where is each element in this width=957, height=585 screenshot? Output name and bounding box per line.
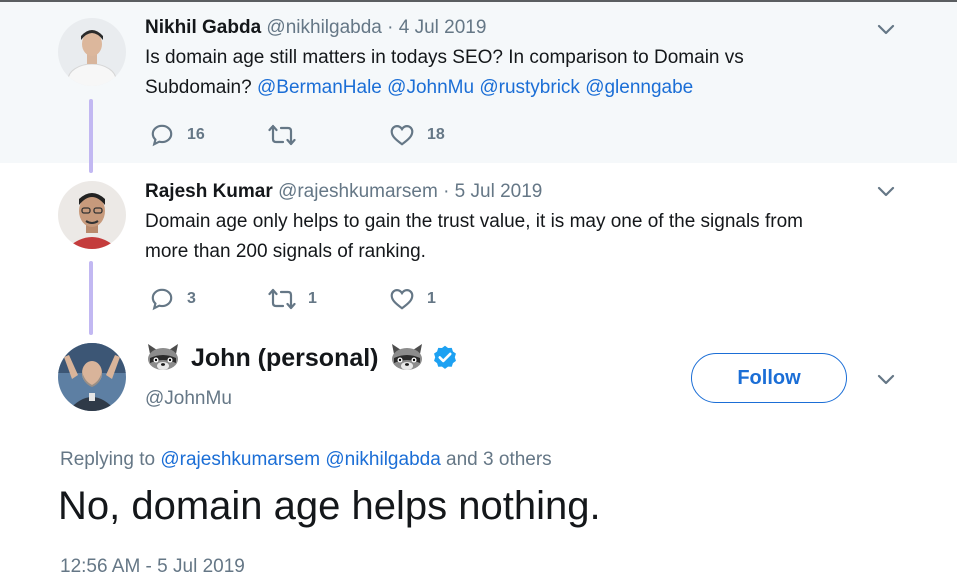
mention-link[interactable]: @nikhilgabda bbox=[325, 449, 440, 470]
raccoon-icon bbox=[148, 344, 178, 370]
like-button[interactable]: 18 bbox=[389, 122, 445, 148]
like-button[interactable]: 1 bbox=[389, 286, 436, 312]
mention-link[interactable]: @glenngabe bbox=[585, 77, 693, 98]
mention-link[interactable]: @rustybrick bbox=[479, 77, 580, 98]
author-handle[interactable]: @rajeshkumarsem bbox=[278, 181, 438, 202]
reply-icon bbox=[151, 288, 173, 311]
tweet-date[interactable]: 4 Jul 2019 bbox=[399, 17, 487, 38]
tweet-text-line: Is domain age still matters in todays SE… bbox=[145, 47, 744, 68]
avatar-nikhil[interactable] bbox=[58, 18, 126, 86]
author-name[interactable]: Rajesh Kumar bbox=[145, 181, 273, 202]
mention-link[interactable]: @rajeshkumarsem bbox=[160, 449, 320, 470]
display-name: John (personal) bbox=[191, 343, 379, 372]
thread-line bbox=[89, 261, 93, 335]
follow-button[interactable]: Follow bbox=[691, 353, 847, 403]
tweet-text-segment: Subdomain? bbox=[145, 77, 252, 98]
verified-badge-icon bbox=[433, 345, 456, 369]
reply-button[interactable]: 3 bbox=[149, 286, 196, 312]
author-handle[interactable]: @nikhilgabda bbox=[266, 17, 381, 38]
avatar-john[interactable] bbox=[58, 343, 126, 411]
replying-suffix[interactable]: and 3 others bbox=[446, 449, 552, 470]
chevron-down-icon[interactable] bbox=[876, 23, 896, 37]
reply-button[interactable]: 16 bbox=[149, 122, 205, 148]
like-count: 18 bbox=[427, 126, 445, 143]
author-handle[interactable]: @JohnMu bbox=[145, 388, 232, 410]
like-count: 1 bbox=[427, 290, 436, 307]
heart-icon bbox=[390, 125, 414, 146]
tweet-timestamp[interactable]: 12:56 AM - 5 Jul 2019 bbox=[60, 556, 245, 578]
chevron-down-icon[interactable] bbox=[876, 373, 896, 387]
author-name[interactable]: Nikhil Gabda bbox=[145, 17, 261, 38]
heart-icon bbox=[390, 289, 414, 310]
retweet-button[interactable]: 1 bbox=[268, 287, 317, 311]
tweet-date[interactable]: 5 Jul 2019 bbox=[455, 181, 543, 202]
tweet-text-line: Domain age only helps to gain the trust … bbox=[145, 211, 803, 232]
reply-icon bbox=[151, 124, 173, 147]
tweet-header: Rajesh Kumar @rajeshkumarsem · 5 Jul 201… bbox=[145, 181, 542, 203]
tweet-text: Is domain age still matters in todays SE… bbox=[145, 43, 905, 103]
mention-link[interactable]: @JohnMu bbox=[387, 77, 474, 98]
main-tweet-text: No, domain age helps nothing. bbox=[58, 484, 601, 528]
chevron-down-icon[interactable] bbox=[876, 185, 896, 199]
raccoon-icon bbox=[391, 344, 422, 370]
avatar-rajesh[interactable] bbox=[58, 181, 126, 249]
separator-dot: · bbox=[387, 17, 394, 38]
separator-dot: · bbox=[443, 181, 450, 202]
tweet-text-line: more than 200 signals of ranking. bbox=[145, 241, 426, 262]
mention-link[interactable]: @BermanHale bbox=[257, 77, 382, 98]
tweet-text-line: Subdomain? @BermanHale @JohnMu @rustybri… bbox=[145, 73, 905, 103]
retweet-icon bbox=[268, 124, 296, 146]
retweet-button[interactable] bbox=[268, 123, 308, 147]
retweet-count: 1 bbox=[308, 290, 317, 307]
reply-count: 16 bbox=[187, 126, 205, 143]
tweet-header: Nikhil Gabda @nikhilgabda · 4 Jul 2019 bbox=[145, 17, 486, 39]
retweet-icon bbox=[268, 288, 296, 310]
reply-count: 3 bbox=[187, 290, 196, 307]
display-name-row[interactable]: John (personal) bbox=[145, 343, 459, 373]
replying-prefix: Replying to bbox=[60, 449, 156, 470]
replying-to: Replying to @rajeshkumarsem @nikhilgabda… bbox=[60, 449, 552, 471]
tweet-text: Domain age only helps to gain the trust … bbox=[145, 207, 905, 267]
thread-line bbox=[89, 99, 93, 173]
